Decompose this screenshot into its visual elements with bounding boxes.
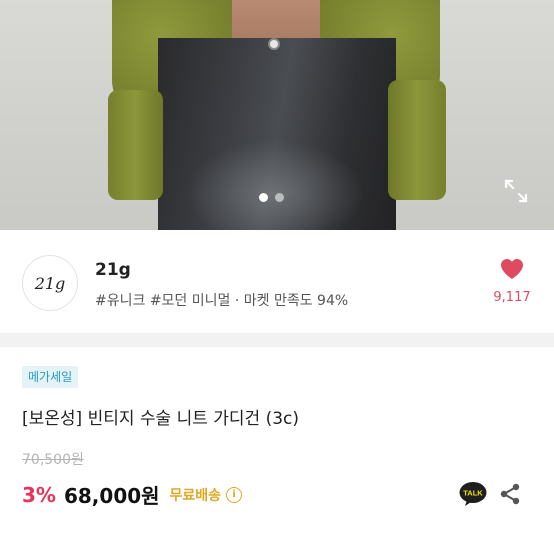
carousel-dot-1[interactable] bbox=[259, 193, 268, 202]
carousel-indicator bbox=[259, 193, 284, 202]
free-shipping-label: 무료배송 bbox=[169, 487, 222, 504]
photo-jeans-fade bbox=[185, 140, 365, 230]
price-row: 3% 68,000원 무료배송 i bbox=[22, 480, 243, 509]
kakao-talk-icon[interactable]: TALK bbox=[459, 481, 487, 507]
shop-info[interactable]: 21g 21g #유니크 #모던 미니멀 · 마켓 만족도 94% 9,117 bbox=[0, 230, 554, 332]
talk-label: TALK bbox=[463, 489, 483, 498]
sale-badge: 메가세일 bbox=[22, 366, 79, 388]
expand-icon[interactable] bbox=[503, 178, 529, 204]
photo-sleeve-right bbox=[388, 80, 446, 200]
product-image[interactable] bbox=[0, 0, 554, 230]
like-button[interactable]: 9,117 bbox=[492, 258, 532, 305]
shop-name[interactable]: 21g bbox=[95, 260, 131, 280]
photo-sleeve-left bbox=[108, 90, 163, 200]
photo-button-stud bbox=[268, 38, 280, 50]
photo-skin bbox=[215, 0, 330, 42]
section-divider bbox=[0, 333, 554, 347]
info-icon[interactable]: i bbox=[226, 486, 243, 503]
discount-rate: 3% bbox=[22, 482, 56, 507]
carousel-dot-2[interactable] bbox=[275, 193, 284, 202]
shop-tags: #유니크 #모던 미니멀 · 마켓 만족도 94% bbox=[95, 293, 349, 309]
heart-icon bbox=[501, 259, 523, 279]
sale-price: 68,000원 bbox=[63, 484, 160, 508]
share-icon[interactable] bbox=[498, 482, 522, 506]
like-count: 9,117 bbox=[493, 290, 531, 305]
original-price: 70,500원 bbox=[22, 452, 84, 468]
product-title: [보온성] 빈티지 수술 니트 가디건 (3c) bbox=[22, 409, 300, 429]
shop-logo[interactable]: 21g bbox=[22, 255, 78, 311]
